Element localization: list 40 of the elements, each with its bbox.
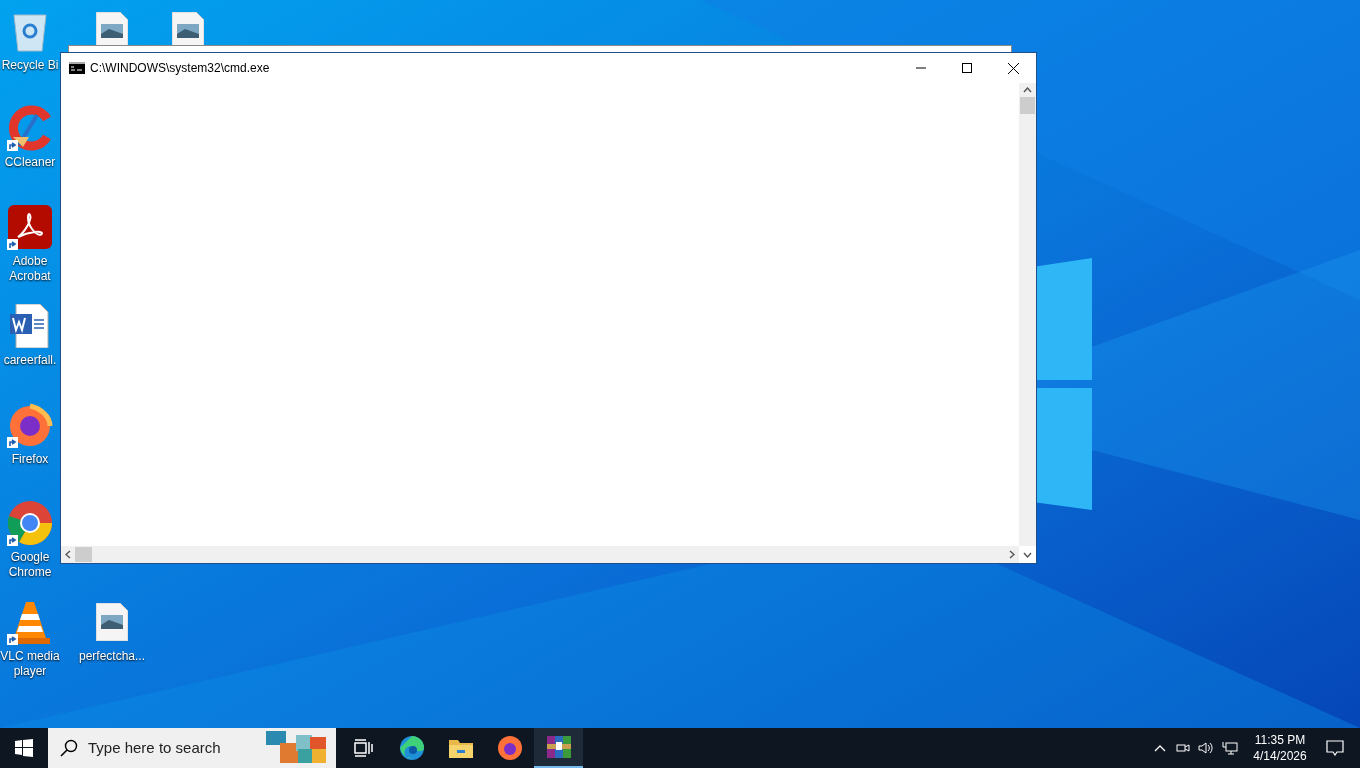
- word-document-icon: [10, 304, 50, 348]
- windows-logo-icon: [15, 739, 33, 757]
- maximize-icon: [962, 63, 972, 73]
- console-icon: [69, 62, 85, 74]
- image-file-icon: [96, 603, 128, 641]
- firefox-icon: [7, 402, 53, 448]
- desktop-icon-label[interactable]: careerfall.: [0, 353, 60, 368]
- scroll-thumb[interactable]: [1020, 97, 1035, 114]
- window-title: C:\WINDOWS\system32\cmd.exe: [90, 60, 270, 77]
- clock-time[interactable]: 11:35 PM: [1254, 732, 1306, 748]
- scroll-thumb[interactable]: [75, 547, 92, 562]
- firefox-icon[interactable]: [496, 735, 523, 761]
- edge-icon[interactable]: [398, 735, 425, 761]
- desktop-icon-label[interactable]: perfectcha...: [76, 649, 148, 664]
- notification-icon[interactable]: [1326, 740, 1344, 756]
- chevron-up-icon[interactable]: [1154, 744, 1166, 752]
- acrobat-icon: [8, 205, 52, 249]
- desktop-icon-label[interactable]: Firefox: [0, 452, 60, 467]
- speaker-icon[interactable]: [1198, 741, 1214, 755]
- vertical-scrollbar[interactable]: [1019, 83, 1036, 546]
- task-view-icon[interactable]: [352, 739, 373, 757]
- camera-icon[interactable]: [1176, 741, 1190, 755]
- horizontal-scrollbar[interactable]: [61, 546, 1019, 563]
- network-monitor-icon[interactable]: [1222, 741, 1238, 755]
- desktop-icon-label[interactable]: Google Chrome: [0, 550, 60, 580]
- puzzle-pieces-icon: [266, 731, 328, 765]
- desktop-icon-label[interactable]: Adobe Acrobat: [0, 254, 60, 284]
- desktop-icon-label[interactable]: VLC media player: [0, 649, 60, 679]
- close-icon: [1007, 62, 1019, 74]
- desktop-icon-label[interactable]: CCleaner: [0, 155, 60, 170]
- winrar-books-icon[interactable]: [545, 734, 572, 760]
- clock-date[interactable]: 4/14/2026: [1253, 748, 1307, 764]
- ccleaner-icon: [7, 105, 53, 151]
- chrome-icon: [7, 500, 53, 546]
- search-box[interactable]: Type here to search: [48, 728, 336, 768]
- folder-icon[interactable]: [448, 738, 473, 758]
- desktop-icon-label[interactable]: Recycle Bi: [0, 58, 60, 73]
- search-icon: [60, 739, 78, 757]
- taskbar-app-button[interactable]: [534, 728, 583, 768]
- search-field[interactable]: Type here to search: [88, 736, 258, 760]
